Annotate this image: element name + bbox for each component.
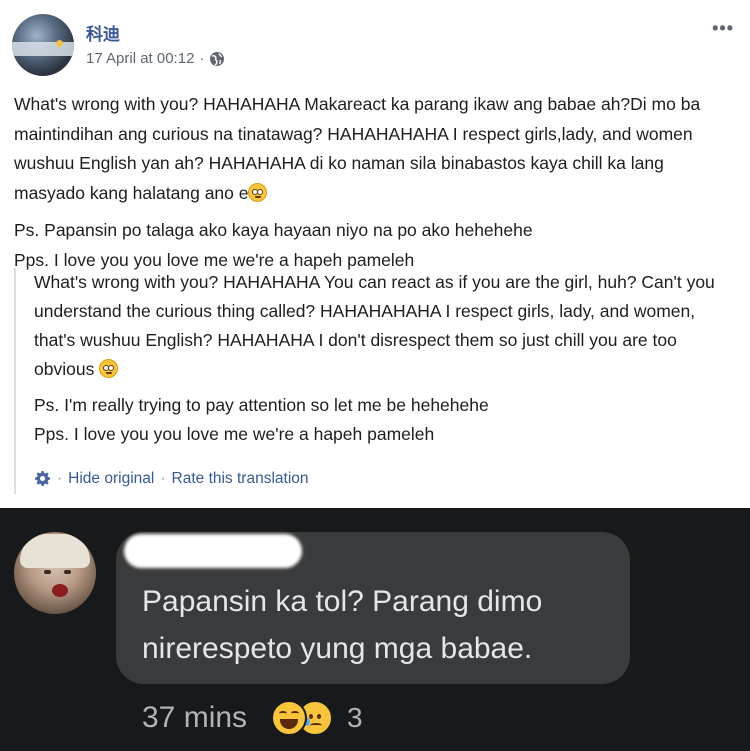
post-paragraph-2: Ps. Papansin po talaga ako kaya hayaan n…: [14, 220, 533, 270]
laughing-reaction-icon: [271, 700, 308, 736]
post-body: What's wrong with you? HAHAHAHA Makareac…: [14, 90, 738, 275]
post-meta: 17 April at 00:12 ·: [86, 50, 225, 67]
rolling-eyes-emoji-icon: [99, 359, 119, 378]
more-options-icon[interactable]: •••: [712, 18, 734, 39]
translation-block: What's wrong with you? HAHAHAHA You can …: [14, 268, 738, 494]
translation-paragraph-1: What's wrong with you? HAHAHAHA You can …: [34, 272, 715, 379]
commenter-avatar[interactable]: [14, 532, 96, 614]
post-timestamp[interactable]: 17 April at 00:12: [86, 50, 194, 67]
reaction-count[interactable]: 3: [347, 702, 363, 734]
meta-separator: ·: [199, 50, 205, 67]
comment-time[interactable]: 37 mins: [142, 701, 247, 735]
link-separator: ·: [57, 470, 63, 487]
post-card: 科迪 17 April at 00:12 · ••• What's wrong …: [0, 0, 750, 508]
reaction-icons[interactable]: [271, 698, 343, 738]
rate-translation-link[interactable]: Rate this translation: [172, 464, 309, 493]
comment-section: Papansin ka tol? Parang dimo nirerespeto…: [0, 508, 750, 751]
commenter-name-redacted: [124, 534, 302, 568]
translation-paragraph-2: Ps. I'm really trying to pay attention s…: [34, 395, 489, 444]
globe-icon[interactable]: [209, 51, 225, 67]
link-separator: ·: [160, 470, 166, 487]
comment-bubble: Papansin ka tol? Parang dimo nirerespeto…: [116, 532, 630, 684]
author-avatar[interactable]: [12, 14, 74, 76]
hide-original-link[interactable]: Hide original: [68, 464, 154, 493]
post-paragraph-1: What's wrong with you? HAHAHAHA Makareac…: [14, 94, 701, 203]
post-header: 科迪 17 April at 00:12 · •••: [12, 12, 738, 78]
rolling-eyes-emoji-icon: [248, 182, 268, 202]
author-name[interactable]: 科迪: [86, 20, 120, 45]
comment-text: Papansin ka tol? Parang dimo nirerespeto…: [142, 585, 543, 665]
comment-footer: 37 mins 3: [142, 698, 363, 738]
translation-actions: · Hide original · Rate this translation: [34, 464, 309, 493]
gear-icon[interactable]: [34, 470, 51, 487]
